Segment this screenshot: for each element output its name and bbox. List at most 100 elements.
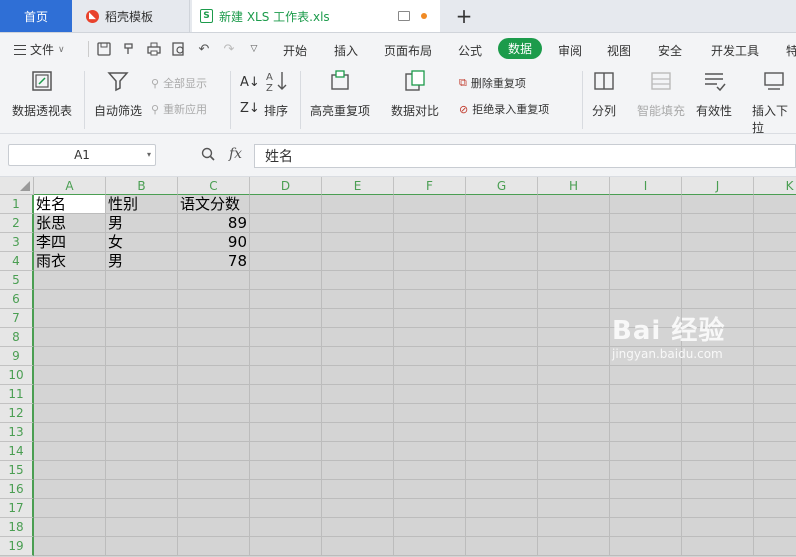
cell-j16[interactable]	[682, 480, 754, 499]
customize-toolbar-icon[interactable]: ▽	[246, 41, 262, 57]
cell-f6[interactable]	[394, 290, 466, 309]
print-preview-icon[interactable]	[171, 41, 187, 57]
cell-f1[interactable]	[394, 195, 466, 214]
cell-c13[interactable]	[178, 423, 250, 442]
menu-tab-home[interactable]: 开始	[283, 42, 307, 59]
spreadsheet-grid[interactable]: A B C D E F G H I J K 1 姓名 性别 语文分数 2 张思男 89 3 李四女 90 4 雨衣男 78 5 6…	[0, 177, 796, 557]
cell-a2[interactable]: 张思	[34, 214, 106, 233]
column-header[interactable]: E	[322, 177, 394, 195]
cell-h10[interactable]	[538, 366, 610, 385]
cell-i2[interactable]	[610, 214, 682, 233]
cell-k6[interactable]	[754, 290, 796, 309]
row-header[interactable]: 15	[0, 461, 34, 480]
auto-filter-button[interactable]: 自动筛选	[94, 69, 142, 119]
cell-c14[interactable]	[178, 442, 250, 461]
cell-f3[interactable]	[394, 233, 466, 252]
cell-k10[interactable]	[754, 366, 796, 385]
cell-i19[interactable]	[610, 537, 682, 556]
cell-i15[interactable]	[610, 461, 682, 480]
cell-e10[interactable]	[322, 366, 394, 385]
cell-f12[interactable]	[394, 404, 466, 423]
row-header[interactable]: 1	[0, 195, 34, 214]
cell-a7[interactable]	[34, 309, 106, 328]
cell-a11[interactable]	[34, 385, 106, 404]
cell-e18[interactable]	[322, 518, 394, 537]
cell-b11[interactable]	[106, 385, 178, 404]
cell-h6[interactable]	[538, 290, 610, 309]
cell-b10[interactable]	[106, 366, 178, 385]
cell-h4[interactable]	[538, 252, 610, 271]
cell-e8[interactable]	[322, 328, 394, 347]
cell-b5[interactable]	[106, 271, 178, 290]
cell-h1[interactable]	[538, 195, 610, 214]
menu-tab-page-layout[interactable]: 页面布局	[384, 42, 432, 59]
cell-i8[interactable]	[610, 328, 682, 347]
cell-h12[interactable]	[538, 404, 610, 423]
cell-j15[interactable]	[682, 461, 754, 480]
menu-tab-more[interactable]: 特	[786, 42, 796, 59]
cell-c10[interactable]	[178, 366, 250, 385]
cell-c18[interactable]	[178, 518, 250, 537]
cell-j12[interactable]	[682, 404, 754, 423]
cell-a10[interactable]	[34, 366, 106, 385]
cell-k3[interactable]	[754, 233, 796, 252]
cell-d1[interactable]	[250, 195, 322, 214]
row-header[interactable]: 3	[0, 233, 34, 252]
cell-j5[interactable]	[682, 271, 754, 290]
cell-a9[interactable]	[34, 347, 106, 366]
cell-e9[interactable]	[322, 347, 394, 366]
cell-c16[interactable]	[178, 480, 250, 499]
cell-j6[interactable]	[682, 290, 754, 309]
insert-dropdown-button[interactable]: 插入下拉	[752, 69, 796, 136]
row-header[interactable]: 18	[0, 518, 34, 537]
cell-f7[interactable]	[394, 309, 466, 328]
cell-e3[interactable]	[322, 233, 394, 252]
cell-d10[interactable]	[250, 366, 322, 385]
tab-home[interactable]: 首页	[0, 0, 72, 32]
window-icon[interactable]	[398, 11, 410, 21]
cell-i6[interactable]	[610, 290, 682, 309]
text-to-columns-button[interactable]: 分列	[592, 69, 616, 119]
cell-d6[interactable]	[250, 290, 322, 309]
menu-tab-review[interactable]: 审阅	[558, 42, 582, 59]
column-header[interactable]: I	[610, 177, 682, 195]
cell-b4[interactable]: 男	[106, 252, 178, 271]
cell-b9[interactable]	[106, 347, 178, 366]
cell-b19[interactable]	[106, 537, 178, 556]
reject-duplicates-button[interactable]: ⊘ 拒绝录入重复项	[459, 101, 549, 117]
cell-i10[interactable]	[610, 366, 682, 385]
cell-g7[interactable]	[466, 309, 538, 328]
cell-k5[interactable]	[754, 271, 796, 290]
cell-h11[interactable]	[538, 385, 610, 404]
cell-h3[interactable]	[538, 233, 610, 252]
save-icon[interactable]	[96, 41, 112, 57]
cell-h5[interactable]	[538, 271, 610, 290]
cell-j14[interactable]	[682, 442, 754, 461]
cell-e12[interactable]	[322, 404, 394, 423]
cell-b2[interactable]: 男	[106, 214, 178, 233]
cell-d18[interactable]	[250, 518, 322, 537]
tab-workbook[interactable]: S 新建 XLS 工作表.xls	[192, 0, 440, 32]
cell-b16[interactable]	[106, 480, 178, 499]
cell-a5[interactable]	[34, 271, 106, 290]
cell-e7[interactable]	[322, 309, 394, 328]
cell-h14[interactable]	[538, 442, 610, 461]
cell-i18[interactable]	[610, 518, 682, 537]
column-header[interactable]: G	[466, 177, 538, 195]
cell-h13[interactable]	[538, 423, 610, 442]
row-header[interactable]: 17	[0, 499, 34, 518]
cell-g6[interactable]	[466, 290, 538, 309]
row-header[interactable]: 10	[0, 366, 34, 385]
cell-g15[interactable]	[466, 461, 538, 480]
cell-d2[interactable]	[250, 214, 322, 233]
cell-i12[interactable]	[610, 404, 682, 423]
cell-i3[interactable]	[610, 233, 682, 252]
cell-c7[interactable]	[178, 309, 250, 328]
menu-tab-formulas[interactable]: 公式	[458, 42, 482, 59]
cell-b7[interactable]	[106, 309, 178, 328]
cell-c12[interactable]	[178, 404, 250, 423]
cell-i11[interactable]	[610, 385, 682, 404]
cell-c17[interactable]	[178, 499, 250, 518]
cell-i7[interactable]	[610, 309, 682, 328]
cell-g11[interactable]	[466, 385, 538, 404]
